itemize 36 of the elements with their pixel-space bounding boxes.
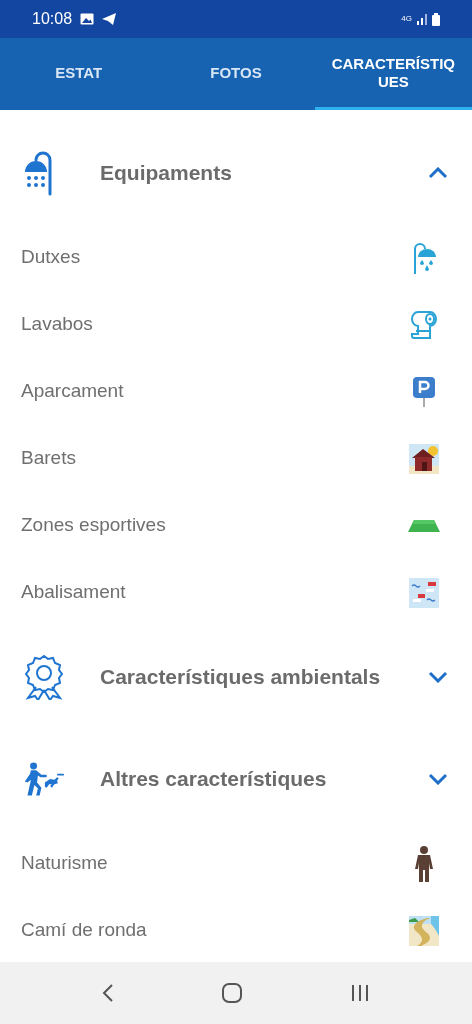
coastal-path-icon	[409, 915, 439, 946]
parking-sign-icon	[413, 376, 435, 407]
shower-icon	[412, 240, 436, 275]
signal-icon	[416, 13, 428, 25]
toilet-paper-roll-icon	[411, 309, 437, 340]
section-title: Característiques ambientals	[100, 664, 382, 691]
sports-field-icon	[408, 518, 440, 533]
tab[interactable]: ESTAT	[0, 38, 158, 110]
feature-label: Barets	[21, 446, 77, 471]
paper-plane-icon	[102, 13, 117, 25]
feature-label: Dutxes	[21, 245, 82, 270]
standing-person-icon	[415, 845, 433, 882]
network-label: 4G	[401, 15, 412, 23]
tab[interactable]: CARACTERÍSTIQUES	[314, 38, 472, 110]
feature-label: Naturisme	[21, 851, 109, 876]
home-icon[interactable]	[221, 982, 243, 1004]
rosette-icon	[24, 654, 64, 700]
tab[interactable]: FOTOS	[157, 38, 315, 110]
feature-label: Abalisament	[21, 580, 127, 605]
buoys-on-water-icon	[409, 577, 439, 608]
feature-label: Zones esportives	[21, 513, 167, 538]
back-icon[interactable]	[101, 983, 114, 1003]
battery-icon	[432, 12, 440, 26]
clock: 10:08	[32, 9, 73, 29]
section-title: Equipaments	[100, 160, 233, 187]
recent-apps-icon[interactable]	[350, 984, 371, 1002]
feature-label: Camí de ronda	[21, 918, 148, 943]
section-title: Altres característiques	[100, 766, 328, 793]
expand-chevron-icon[interactable]	[428, 671, 448, 683]
feature-label: Aparcament	[21, 379, 125, 404]
feature-label: Lavabos	[21, 312, 94, 337]
running-person-with-dog-icon	[24, 759, 64, 799]
collapse-chevron-icon[interactable]	[428, 167, 448, 179]
image-icon	[80, 13, 95, 25]
expand-chevron-icon[interactable]	[428, 773, 448, 785]
beach-hut-icon	[409, 443, 439, 474]
